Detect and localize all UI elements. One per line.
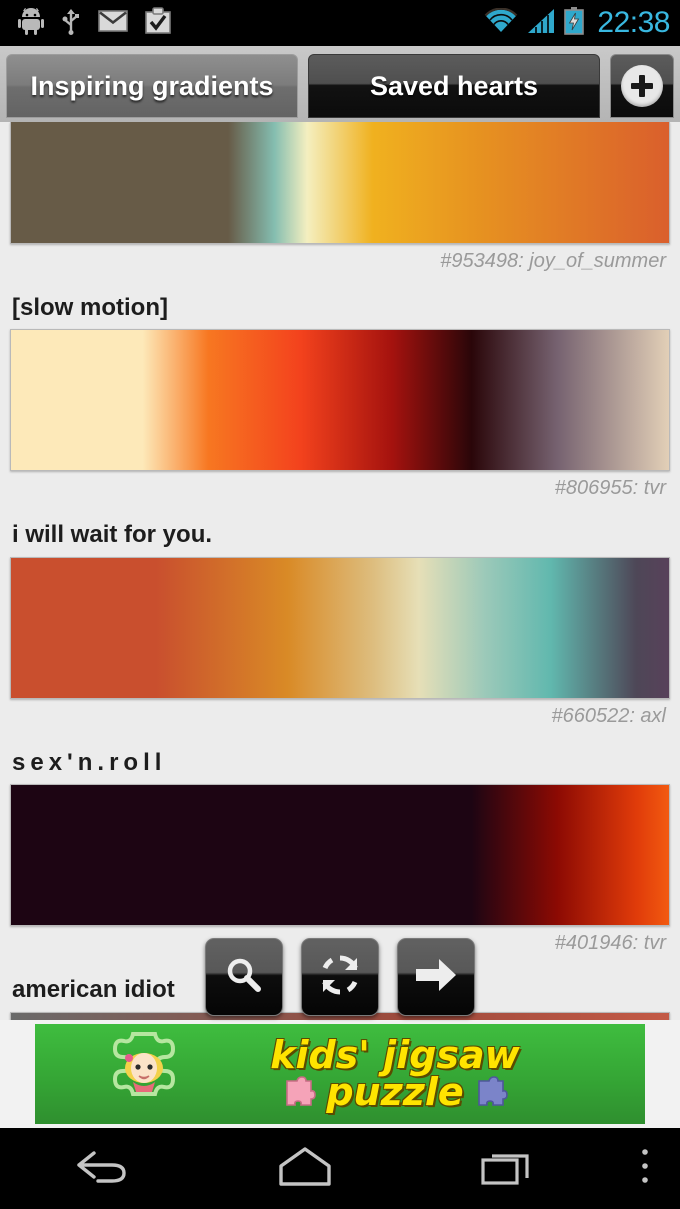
task-checkmark-icon [144,6,172,40]
add-gradient-button[interactable] [610,54,674,118]
gradient-title: i will wait for you. [12,521,213,549]
ad-line-2: puzzle [326,1070,464,1114]
gradient-title: [slow motion] [12,294,168,321]
blue-puzzle-piece-icon [477,1075,508,1106]
jigsaw-girl-icon [93,1028,203,1124]
android-debug-icon [18,7,44,40]
list-item[interactable]: #953498: joy_of_summer [0,122,680,283]
overflow-menu-icon [639,1146,651,1191]
gradient-title: sex'n.roll [12,748,167,776]
gradient-credit: #660522: axl [551,704,666,727]
tab-inspiring-gradients[interactable]: Inspiring gradients [6,54,298,118]
wifi-icon [484,7,518,39]
gradient-swatch[interactable] [10,329,670,472]
tab-saved-hearts[interactable]: Saved hearts [308,54,600,118]
tab-bar: Inspiring gradients Saved hearts [0,46,680,122]
ad-banner[interactable]: kids' jigsaw puzzle [0,1020,680,1128]
battery-charging-icon [564,6,585,40]
tab-label: Saved hearts [369,70,539,101]
nav-home-button[interactable] [203,1144,406,1193]
plus-circle-icon [621,65,663,107]
cellular-signal-icon [527,8,555,39]
android-screen: 22:38 Inspiring gradients Saved hearts #… [0,0,680,1209]
list-item[interactable]: [slow motion] #806955: tvr [0,283,680,510]
recents-icon [479,1144,537,1193]
next-button[interactable] [397,938,475,1016]
status-bar-notification-icons [18,6,484,40]
home-icon [276,1144,334,1193]
gradient-list[interactable]: #953498: joy_of_summer [slow motion] #80… [0,122,680,1020]
gradient-swatch[interactable] [10,556,670,699]
gradient-swatch[interactable] [10,784,670,927]
nav-back-button[interactable] [0,1145,203,1192]
usb-icon [60,7,82,40]
refresh-button[interactable] [301,938,379,1016]
pink-puzzle-piece-icon [286,1075,317,1106]
gradient-credit: #806955: tvr [554,477,666,500]
status-bar-system-icons: 22:38 [484,6,670,40]
arrow-right-icon [413,955,459,1000]
gradient-credit: #953498: joy_of_summer [440,250,666,272]
status-bar: 22:38 [0,0,680,46]
search-button[interactable] [205,938,283,1016]
nav-overflow-button[interactable] [610,1146,680,1191]
search-icon [222,953,266,1002]
action-button-row [0,938,680,1016]
status-bar-clock: 22:38 [597,6,670,39]
android-navigation-bar [0,1128,680,1209]
nav-recents-button[interactable] [407,1144,610,1193]
list-item[interactable]: sex'n.roll #401946: tvr [0,738,680,965]
list-item[interactable]: i will wait for you. #660522: axl [0,510,680,737]
ad-text: kids' jigsaw puzzle [145,1036,645,1114]
ad-banner-content[interactable]: kids' jigsaw puzzle [35,1024,645,1124]
gradient-swatch[interactable] [10,122,670,244]
back-icon [72,1145,132,1192]
refresh-icon [317,952,363,1003]
tab-label: Inspiring gradients [30,70,274,101]
gmail-icon [98,9,128,38]
